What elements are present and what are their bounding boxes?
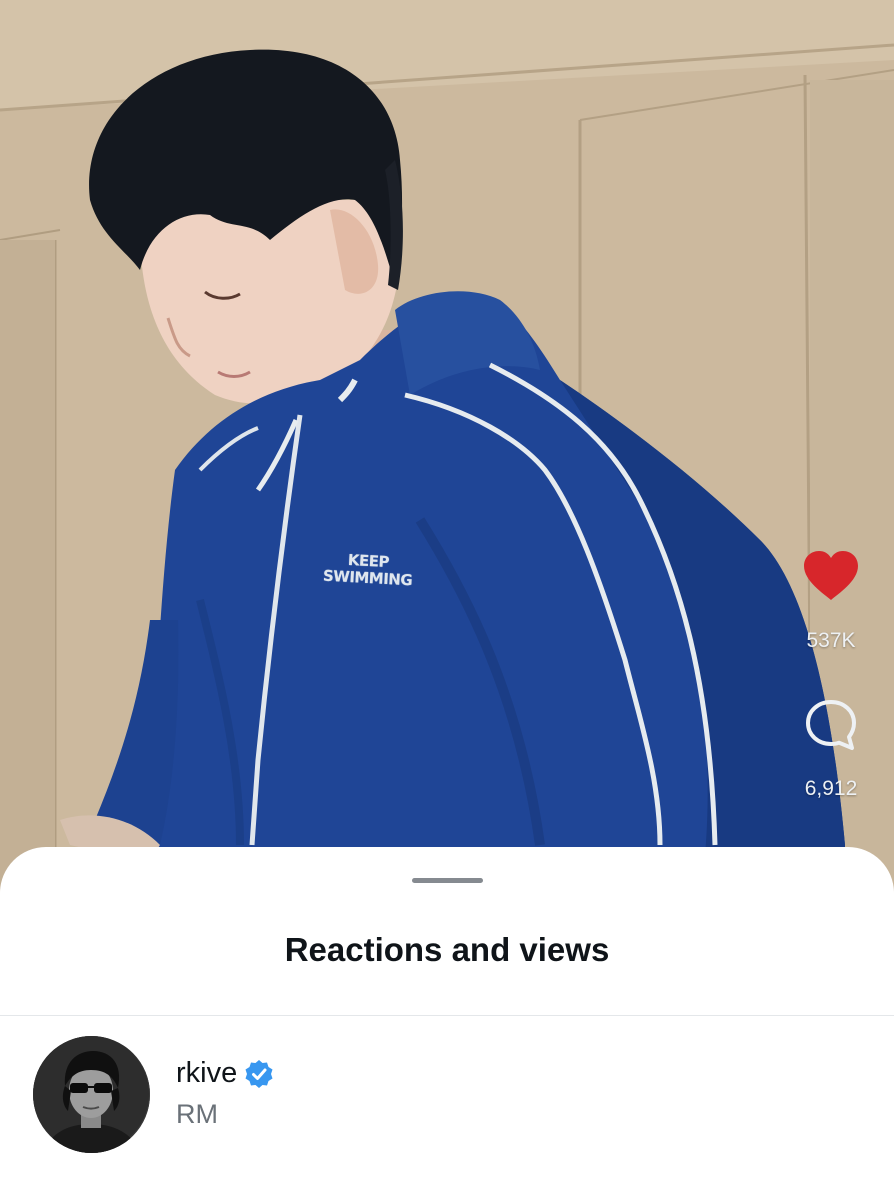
video-player[interactable]: KEEP SWIMMING 537K 6,912 [0, 0, 894, 900]
like-count: 537K [806, 629, 856, 652]
avatar[interactable] [33, 1036, 150, 1153]
display-name: RM [176, 1099, 218, 1129]
verified-badge-icon [245, 1059, 273, 1088]
like-action[interactable]: 537K [786, 550, 876, 653]
username-text: rkive [176, 1057, 238, 1089]
speech-bubble-icon[interactable] [804, 698, 858, 752]
video-frame [0, 0, 894, 900]
comment-count: 6,912 [804, 777, 858, 800]
sheet-drag-handle[interactable] [412, 878, 483, 883]
username[interactable]: rkive [176, 1057, 274, 1090]
heart-icon[interactable] [802, 550, 860, 602]
divider [0, 1015, 894, 1016]
avatar-photo [33, 1036, 150, 1153]
jacket-print-text: KEEP SWIMMING [317, 550, 419, 589]
comment-action[interactable]: 6,912 [786, 698, 876, 801]
sheet-title: Reactions and views [284, 931, 610, 968]
reaction-user-row[interactable]: rkive RM [0, 1033, 894, 1155]
reactions-sheet: Reactions and views rkive RM [0, 847, 894, 1200]
